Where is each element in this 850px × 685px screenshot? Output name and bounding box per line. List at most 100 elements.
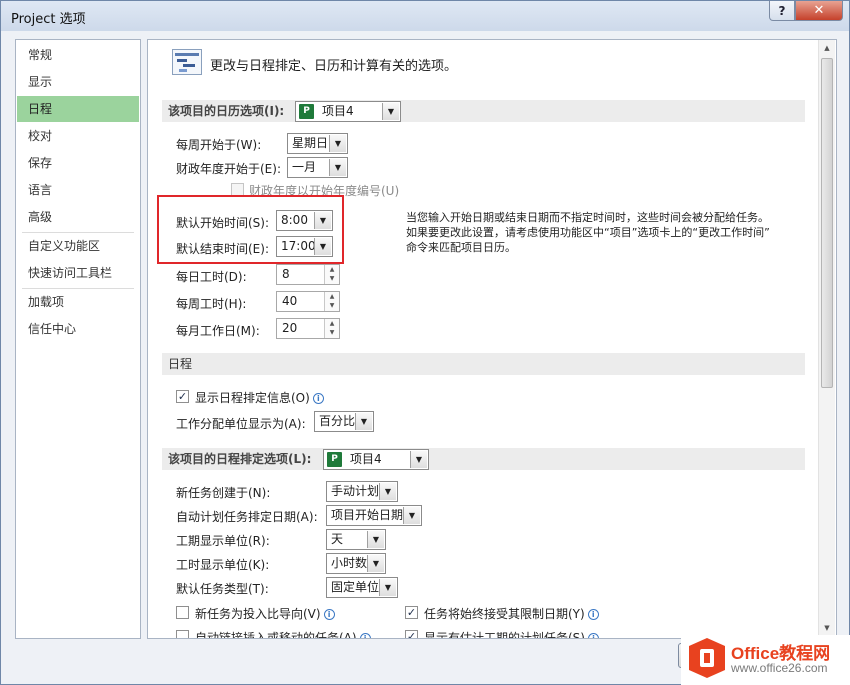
scheduling-project-select[interactable]: P 项目4 ▼ <box>323 449 429 470</box>
assignment-units-select[interactable]: 百分比 ▼ <box>314 411 374 432</box>
window-title: Project 选项 <box>11 8 86 27</box>
scroll-up-icon[interactable]: ▲ <box>819 40 835 56</box>
work-units-value: 小时数 <box>331 556 367 570</box>
duration-units-select[interactable]: 天 ▼ <box>326 529 386 550</box>
assignment-units-label: 工作分配单位显示为(A): <box>176 415 306 432</box>
spin-arrows-icon[interactable]: ▲▼ <box>324 265 339 284</box>
nav-item-general[interactable]: 常规 <box>17 42 139 68</box>
highlight-box <box>157 195 344 264</box>
chevron-down-icon: ▼ <box>403 507 420 524</box>
hours-per-week-value: 40 <box>282 294 297 308</box>
chevron-down-icon: ▼ <box>329 159 346 176</box>
scheduling-options-header: 该项目的日程排定选项(L): <box>162 448 805 470</box>
nav-item-customize-ribbon[interactable]: 自定义功能区 <box>17 233 139 259</box>
schedule-icon <box>172 49 202 75</box>
calendar-project-select[interactable]: P 项目4 ▼ <box>295 101 401 122</box>
auto-tasks-value: 项目开始日期 <box>331 508 403 522</box>
category-nav: 常规 显示 日程 校对 保存 语言 高级 自定义功能区 快速访问工具栏 加载项 … <box>15 39 141 639</box>
info-icon: i <box>313 393 324 404</box>
nav-item-advanced[interactable]: 高级 <box>17 204 139 230</box>
fiscal-start-label: 财政年度开始于(E): <box>176 160 281 177</box>
info-icon: i <box>588 633 599 639</box>
nav-item-add-ins[interactable]: 加载项 <box>17 289 139 315</box>
options-dialog: Project 选项 ? ✕ 常规 显示 日程 校对 保存 语言 高级 自定义功… <box>0 0 850 685</box>
task-type-label: 默认任务类型(T): <box>176 580 269 597</box>
hours-per-day-spinner[interactable]: 8 ▲▼ <box>276 264 340 285</box>
spin-arrows-icon[interactable]: ▲▼ <box>324 319 339 338</box>
work-units-select[interactable]: 小时数 ▼ <box>326 553 386 574</box>
scheduling-options-title: 该项目的日程排定选项(L): <box>168 452 311 466</box>
assignment-units-value: 百分比 <box>319 414 355 428</box>
calendar-project-value: 项目4 <box>322 104 354 118</box>
page-description: 更改与日程排定、日历和计算有关的选项。 <box>210 55 457 74</box>
project-file-icon: P <box>299 104 314 119</box>
chevron-down-icon: ▼ <box>410 451 427 468</box>
info-icon: i <box>360 633 371 639</box>
effort-driven-checkbox[interactable] <box>176 606 189 619</box>
options-content: 更改与日程排定、日历和计算有关的选项。 该项目的日历选项(I): P 项目4 ▼… <box>147 39 837 639</box>
watermark-url: www.office26.com <box>731 661 828 675</box>
hours-per-week-spinner[interactable]: 40 ▲▼ <box>276 291 340 312</box>
scroll-thumb[interactable] <box>821 58 833 388</box>
nav-item-schedule[interactable]: 日程 <box>17 96 139 122</box>
work-units-label: 工时显示单位(K): <box>176 556 269 573</box>
week-start-value: 星期日 <box>292 136 328 150</box>
autolink-checkbox[interactable] <box>176 630 189 639</box>
days-per-month-label: 每月工作日(M): <box>176 322 260 339</box>
nav-item-proofing[interactable]: 校对 <box>17 123 139 149</box>
time-note-line: 当您输入开始日期或结束日期而不指定时间时，这些时间会被分配给任务。 <box>406 210 770 225</box>
scheduling-project-value: 项目4 <box>350 452 382 466</box>
info-icon: i <box>324 609 335 620</box>
chevron-down-icon: ▼ <box>382 103 399 120</box>
duration-units-label: 工期显示单位(R): <box>176 532 270 549</box>
nav-item-quick-access-toolbar[interactable]: 快速访问工具栏 <box>17 260 139 286</box>
task-type-select[interactable]: 固定单位 ▼ <box>326 577 398 598</box>
schedule-title: 日程 <box>168 357 192 371</box>
show-schedule-messages-checkbox[interactable]: ✓ <box>176 390 189 403</box>
chevron-down-icon: ▼ <box>367 531 384 548</box>
week-start-label: 每周开始于(W): <box>176 136 261 153</box>
duration-units-value: 天 <box>331 532 343 546</box>
honor-constraints-checkbox[interactable]: ✓ <box>405 606 418 619</box>
hours-per-day-label: 每日工时(D): <box>176 268 247 285</box>
project-file-icon: P <box>327 452 342 467</box>
time-note-line: 命令来匹配项目日历。 <box>406 240 770 255</box>
scroll-down-icon[interactable]: ▼ <box>819 620 835 636</box>
fiscal-start-select[interactable]: 一月 ▼ <box>287 157 348 178</box>
show-estimated-checkbox[interactable]: ✓ <box>405 630 418 639</box>
show-schedule-messages-label: 显示日程排定信息(O)i <box>195 389 324 406</box>
days-per-month-value: 20 <box>282 321 297 335</box>
nav-item-trust-center[interactable]: 信任中心 <box>17 316 139 342</box>
title-bar: Project 选项 ? ✕ <box>1 1 849 31</box>
nav-item-display[interactable]: 显示 <box>17 69 139 95</box>
help-button[interactable]: ? <box>769 1 795 21</box>
auto-tasks-select[interactable]: 项目开始日期 ▼ <box>326 505 422 526</box>
show-estimated-label: 显示有估计工期的计划任务(S)i <box>424 629 599 639</box>
chevron-down-icon: ▼ <box>329 135 346 152</box>
new-tasks-select[interactable]: 手动计划 ▼ <box>326 481 398 502</box>
nav-item-save[interactable]: 保存 <box>17 150 139 176</box>
watermark: Office教程网 www.office26.com <box>681 635 850 685</box>
new-tasks-value: 手动计划 <box>331 484 379 498</box>
honor-constraints-label: 任务将始终接受其限制日期(Y)i <box>424 605 599 622</box>
info-icon: i <box>588 609 599 620</box>
fiscal-start-value: 一月 <box>292 160 316 174</box>
new-tasks-label: 新任务创建于(N): <box>176 484 270 501</box>
effort-driven-label: 新任务为投入比导向(V)i <box>195 605 335 622</box>
chevron-down-icon: ▼ <box>355 413 372 430</box>
calendar-options-title: 该项目的日历选项(I): <box>168 104 284 118</box>
close-button[interactable]: ✕ <box>795 1 843 21</box>
spin-arrows-icon[interactable]: ▲▼ <box>324 292 339 311</box>
chevron-down-icon: ▼ <box>379 579 396 596</box>
chevron-down-icon: ▼ <box>367 555 384 572</box>
auto-tasks-label: 自动计划任务排定日期(A): <box>176 508 318 525</box>
week-start-select[interactable]: 星期日 ▼ <box>287 133 348 154</box>
content-scrollbar[interactable]: ▲ ▼ <box>818 40 835 638</box>
autolink-label: 自动链接插入或移动的任务(A)i <box>195 629 371 639</box>
days-per-month-spinner[interactable]: 20 ▲▼ <box>276 318 340 339</box>
hours-per-day-value: 8 <box>282 267 290 281</box>
office-logo-icon <box>689 638 725 678</box>
task-type-value: 固定单位 <box>331 580 379 594</box>
chevron-down-icon: ▼ <box>379 483 396 500</box>
nav-item-language[interactable]: 语言 <box>17 177 139 203</box>
